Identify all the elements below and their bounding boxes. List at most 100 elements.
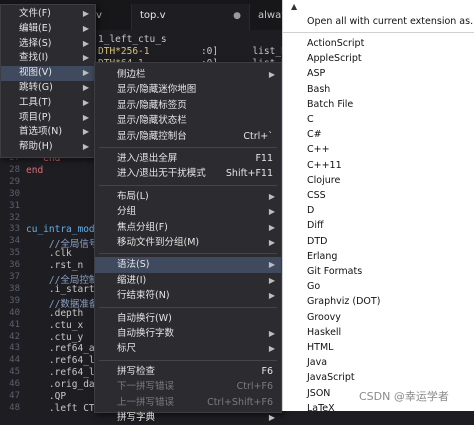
- syntax-option[interactable]: C: [283, 112, 474, 127]
- syntax-option[interactable]: Diff: [283, 218, 474, 233]
- line-number: 28: [9, 164, 20, 175]
- menu-label: 标尺: [117, 343, 137, 355]
- syntax-option[interactable]: Clojure: [283, 173, 474, 188]
- syntax-option[interactable]: Batch File: [283, 97, 474, 112]
- syntax-option[interactable]: D: [283, 203, 474, 218]
- view-groups[interactable]: 分组 ▶: [95, 204, 281, 219]
- line-number: 39: [9, 295, 20, 306]
- code-line: .ctu_x: [26, 320, 83, 331]
- view-toggle-console[interactable]: 显示/隐藏控制台 Ctrl+`: [95, 129, 281, 144]
- chevron-right-icon: ▶: [82, 97, 89, 107]
- unsaved-dot-icon[interactable]: ●: [233, 4, 241, 28]
- shortcut-label: F6: [261, 365, 273, 377]
- syntax-option-label: ActionScript: [307, 38, 365, 49]
- menu-label: 选择(S): [19, 37, 52, 49]
- syntax-option[interactable]: HTML: [283, 340, 474, 355]
- scroll-up-icon[interactable]: ▲: [291, 2, 297, 11]
- menu-preferences[interactable]: 首选项(N) ▶: [1, 125, 95, 140]
- view-layout[interactable]: 布局(L) ▶: [95, 189, 281, 204]
- menu-label: 显示/隐藏状态栏: [117, 115, 187, 127]
- code-token: 1_left_ctu_s: [98, 34, 167, 45]
- tab-top-v[interactable]: top.v ●: [132, 4, 250, 30]
- syntax-option[interactable]: CSS: [283, 188, 474, 203]
- menu-selection[interactable]: 选择(S) ▶: [1, 37, 95, 52]
- syntax-option[interactable]: C++: [283, 142, 474, 157]
- view-sidebar[interactable]: 侧边栏 ▶: [95, 67, 281, 82]
- code-token: DTH*256-1: [98, 45, 150, 57]
- syntax-option[interactable]: Git Formats: [283, 264, 474, 279]
- view-toggle-tabs[interactable]: 显示/隐藏标签页: [95, 98, 281, 113]
- line-number: 33: [9, 224, 20, 235]
- code-token: .depth: [26, 307, 84, 319]
- view-distraction-free[interactable]: 进入/退出无干扰模式 Shift+F11: [95, 166, 281, 181]
- syntax-option-label: C++: [307, 144, 330, 156]
- view-ruler[interactable]: 标尺 ▶: [95, 341, 281, 356]
- view-toggle-minimap[interactable]: 显示/隐藏迷你地图: [95, 82, 281, 97]
- syntax-option[interactable]: JavaScript: [283, 370, 474, 385]
- menu-find[interactable]: 查找(I) ▶: [1, 51, 95, 66]
- syntax-option[interactable]: DTD: [283, 234, 474, 249]
- syntax-option-label: Batch File: [307, 98, 354, 110]
- chevron-right-icon: ▶: [82, 112, 89, 122]
- code-line: .rst_n: [26, 260, 83, 271]
- view-move-file-to-group[interactable]: 移动文件到分组(M) ▶: [95, 235, 281, 250]
- menu-file[interactable]: 文件(F) ▶: [1, 7, 95, 22]
- view-syntax[interactable]: 语法(S) ▶: [95, 257, 281, 273]
- view-indentation[interactable]: 缩进(I) ▶: [95, 273, 281, 288]
- view-wrap-column[interactable]: 自动换行字数 ▶: [95, 326, 281, 341]
- menu-label: 焦点分组(F): [117, 221, 168, 233]
- code-line: .i_start: [26, 284, 95, 295]
- view-spell-check[interactable]: 拼写检查 F6: [95, 364, 281, 379]
- syntax-option[interactable]: C#: [283, 127, 474, 142]
- menu-label: 缩进(I): [117, 274, 147, 286]
- syntax-option[interactable]: Haskell: [283, 325, 474, 340]
- chevron-right-icon: ▶: [268, 275, 275, 285]
- syntax-option[interactable]: Erlang: [283, 249, 474, 264]
- syntax-option-label: Java: [307, 357, 328, 369]
- view-dictionary[interactable]: 拼写字典 ▶: [95, 410, 281, 425]
- syntax-option[interactable]: AppleScript: [283, 51, 474, 66]
- menu-tools[interactable]: 工具(T) ▶: [1, 96, 95, 111]
- divider: [99, 306, 277, 308]
- syntax-option[interactable]: Go: [283, 279, 474, 294]
- line-number: 30: [9, 188, 20, 199]
- syntax-option-label: LaTeX: [307, 402, 335, 414]
- line-number: 40: [9, 307, 20, 318]
- line-number: 45: [9, 367, 20, 378]
- divider: [99, 147, 277, 148]
- syntax-option[interactable]: ASP: [283, 66, 474, 81]
- view-line-endings[interactable]: 行结束符(N) ▶: [95, 288, 281, 303]
- menu-label: 显示/隐藏迷你地图: [117, 84, 197, 96]
- syntax-option[interactable]: Groovy: [283, 310, 474, 325]
- shortcut-label: F11: [255, 153, 273, 164]
- chevron-right-icon: ▶: [82, 23, 89, 33]
- menu-goto[interactable]: 跳转(G) ▶: [1, 81, 95, 96]
- syntax-option[interactable]: ActionScript: [283, 36, 474, 51]
- menu-project[interactable]: 项目(P) ▶: [1, 111, 95, 126]
- line-number: 36: [9, 260, 20, 271]
- open-all-with-extension[interactable]: Open all with current extension as...: [283, 14, 474, 29]
- menu-label: 上一拼写错误: [117, 396, 175, 408]
- line-number: 43: [9, 343, 20, 354]
- syntax-option[interactable]: C++11: [283, 158, 474, 173]
- code-line: 1_left_ctu_s: [98, 34, 167, 45]
- code-token: .QP: [26, 391, 67, 402]
- view-toggle-statusbar[interactable]: 显示/隐藏状态栏: [95, 113, 281, 128]
- view-fullscreen[interactable]: 进入/退出全屏 F11: [95, 151, 281, 166]
- shortcut-label: Shift+F11: [225, 168, 273, 180]
- menu-edit[interactable]: 编辑(E) ▶: [1, 22, 95, 37]
- menu-help[interactable]: 帮助(H) ▶: [1, 140, 95, 155]
- syntax-option[interactable]: Bash: [283, 82, 474, 97]
- code-token: .ctu_y: [26, 331, 84, 343]
- menu-label: 侧边栏: [117, 69, 146, 80]
- shortcut-label: Ctrl+`: [243, 130, 273, 142]
- view-focus-group[interactable]: 焦点分组(F) ▶: [95, 220, 281, 235]
- shortcut-label: Ctrl+Shift+F6: [207, 396, 273, 408]
- syntax-option-label: Haskell: [307, 326, 342, 338]
- syntax-option[interactable]: Graphviz (DOT): [283, 294, 474, 309]
- menu-label: 移动文件到分组(M): [117, 237, 200, 248]
- line-number: 34: [9, 236, 20, 247]
- view-word-wrap[interactable]: 自动换行(W): [95, 311, 281, 326]
- menu-view[interactable]: 视图(V) ▶: [1, 66, 95, 81]
- syntax-option[interactable]: Java: [283, 355, 474, 370]
